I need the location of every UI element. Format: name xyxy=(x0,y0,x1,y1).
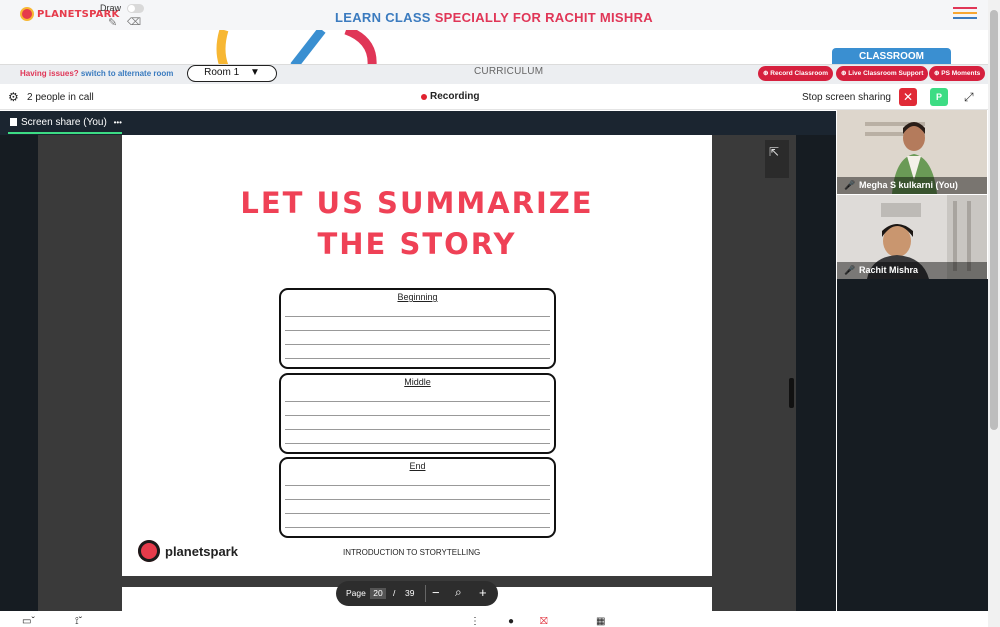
switch-room-link[interactable]: switch to alternate room xyxy=(81,69,173,78)
viewer-scrollbar[interactable] xyxy=(789,378,794,408)
beginning-box: Beginning xyxy=(279,288,556,369)
mic-menu-icon[interactable]: ⟟ˇ xyxy=(75,616,82,627)
expand-icon[interactable]: ⤢ xyxy=(964,90,974,105)
class-title-part2: SPECIALLY FOR RACHIT MISHRA xyxy=(434,10,653,25)
record-classroom-label: Record Classroom xyxy=(770,70,829,77)
participant-tile-megha[interactable]: 🎤 Megha S kulkarni (You) xyxy=(837,110,987,194)
middle-label: Middle xyxy=(404,377,431,387)
page-number-input[interactable]: 20 xyxy=(370,588,386,599)
record-classroom-button[interactable]: ⊕ Record Classroom xyxy=(758,66,834,81)
ps-moments-button[interactable]: ⊕ PS Moments xyxy=(929,66,986,81)
hamburger-menu-icon[interactable] xyxy=(953,7,977,19)
screen-share-icon xyxy=(10,118,17,126)
people-count: 2 people in call xyxy=(27,92,94,103)
class-title-part1: LEARN CLASS xyxy=(335,10,435,25)
more-vertical-icon[interactable]: ⋮ xyxy=(470,616,480,627)
decorative-arcs xyxy=(216,30,377,66)
ps-moments-label: PS Moments xyxy=(941,70,981,77)
search-icon[interactable]: ⌕ xyxy=(455,585,462,600)
recording-status: Recording xyxy=(430,91,480,102)
participant-tile-rachit[interactable]: 🎤 Rachit Mishra xyxy=(837,195,987,279)
curriculum-tab[interactable]: CURRICULUM xyxy=(474,66,543,77)
participant-name: Rachit Mishra xyxy=(837,262,987,279)
slide-heading-line1: LET US SUMMARIZE xyxy=(240,186,594,220)
right-gutter xyxy=(796,135,836,611)
class-title: LEARN CLASS SPECIALLY FOR RACHIT MISHRA xyxy=(0,10,988,25)
room-select[interactable]: Room 1 ▼ xyxy=(187,65,277,82)
slide-heading-line2: THE STORY xyxy=(317,227,517,261)
middle-box: Middle xyxy=(279,373,556,454)
stop-sharing-button[interactable]: ✕ xyxy=(899,88,917,106)
page-scrollbar-thumb[interactable] xyxy=(990,10,998,430)
bottom-toolbar xyxy=(0,611,988,627)
issues-label: Having issues? xyxy=(20,69,79,78)
zoom-out-icon[interactable]: − xyxy=(432,585,440,600)
chevron-down-icon: ▼ xyxy=(249,67,260,78)
classroom-tab[interactable]: CLASSROOM xyxy=(832,48,951,65)
active-tab-indicator xyxy=(8,132,122,134)
stop-sharing-label: Stop screen sharing xyxy=(802,92,891,103)
camera-menu-icon[interactable]: ▭ˇ xyxy=(22,616,35,627)
live-support-button[interactable]: ⊕ Live Classroom Support xyxy=(836,66,929,81)
p-button[interactable]: P xyxy=(930,88,948,106)
gear-icon[interactable]: ⚙ xyxy=(8,90,19,104)
slide-logo-text: planetspark xyxy=(165,543,238,559)
end-label: End xyxy=(409,461,426,471)
zoom-in-icon[interactable]: + xyxy=(479,585,487,600)
external-link-icon[interactable]: ⇱ xyxy=(769,145,779,159)
live-support-label: Live Classroom Support xyxy=(848,70,924,77)
left-gutter xyxy=(0,135,38,611)
room-select-value: Room 1 xyxy=(204,67,240,78)
pagination-bar: Page 20 / 39 − ⌕ + xyxy=(336,581,498,606)
present-stop-icon[interactable]: ⛝ xyxy=(540,616,548,627)
issues-text: Having issues? switch to alternate room xyxy=(20,69,173,78)
screen-share-label: Screen share (You) xyxy=(21,117,107,128)
recording-dot-icon xyxy=(421,94,427,100)
beginning-label: Beginning xyxy=(397,292,438,302)
slide-heading: LET US SUMMARIZE THE STORY xyxy=(122,183,712,265)
page-label: Page xyxy=(346,588,366,598)
slide-footer: INTRODUCTION TO STORYTELLING xyxy=(343,548,481,557)
pager-divider xyxy=(425,585,426,602)
participants-panel xyxy=(837,279,988,611)
end-box: End xyxy=(279,457,556,538)
chat-icon[interactable]: ▦ xyxy=(596,616,605,627)
page-separator: / xyxy=(393,588,396,598)
participant-name: Megha S kulkarni (You) xyxy=(837,177,987,194)
screen-share-tab[interactable]: Screen share (You) ••• xyxy=(10,117,122,128)
reaction-icon[interactable]: ● xyxy=(508,616,514,627)
slide-logo: planetspark xyxy=(138,540,238,562)
planetspark-mark-icon xyxy=(138,540,160,562)
page-total: 39 xyxy=(405,588,415,598)
more-options-icon[interactable]: ••• xyxy=(114,118,122,127)
